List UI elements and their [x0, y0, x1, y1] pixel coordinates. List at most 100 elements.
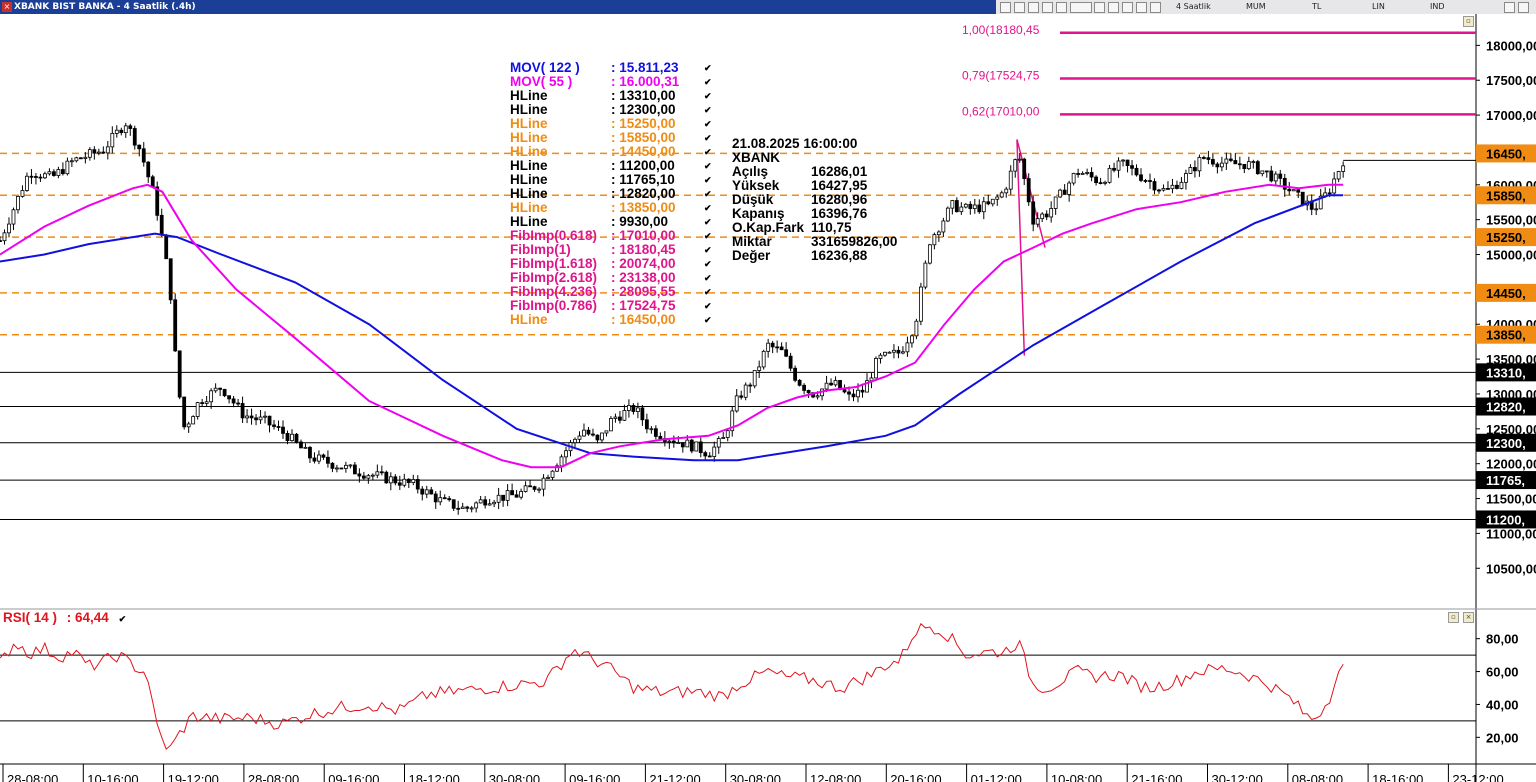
visibility-check-icon[interactable]: ✔ [704, 215, 712, 229]
candle-body [1157, 189, 1161, 192]
time-tick-label: 10-08:00 [1051, 772, 1102, 782]
visibility-check-icon[interactable]: ✔ [704, 257, 712, 271]
scale-button[interactable]: LIN [1372, 0, 1385, 14]
rsi-check-icon[interactable]: ✔ [119, 614, 127, 624]
visibility-check-icon[interactable]: ✔ [704, 173, 712, 187]
hline-label: 16450, [1486, 146, 1526, 161]
visibility-check-icon[interactable]: ✔ [704, 131, 712, 145]
visibility-check-icon[interactable]: ✔ [704, 187, 712, 201]
legend-name: FibImp(1) [510, 242, 571, 257]
visibility-check-icon[interactable]: ✔ [704, 201, 712, 215]
candle-body [285, 432, 290, 441]
candle-body [613, 416, 618, 419]
tool-icon-11[interactable] [1150, 2, 1161, 13]
legend-name: FibImp(2.618) [510, 270, 598, 285]
legend-name: FibImp(0.786) [510, 298, 598, 313]
legend-value: : 13310,00 [611, 88, 676, 103]
candle-body [977, 204, 982, 213]
candle-type-button[interactable]: MUM [1246, 0, 1266, 14]
rsi-panel-button-icon[interactable]: ▫ [1448, 612, 1459, 623]
candle-body [1049, 208, 1054, 218]
visibility-check-icon[interactable]: ✔ [704, 243, 712, 257]
tool-icon-5[interactable] [1056, 2, 1067, 13]
visibility-check-icon[interactable]: ✔ [704, 103, 712, 117]
candle-body [1206, 157, 1211, 160]
candle-body [707, 455, 712, 458]
candle-body [698, 441, 703, 454]
visibility-check-icon[interactable]: ✔ [704, 61, 712, 75]
candle-body [186, 423, 191, 428]
tool-icon-4[interactable] [1042, 2, 1053, 13]
candle-body [159, 214, 164, 236]
rsi-tick-label: 40,00 [1486, 697, 1519, 712]
visibility-check-icon[interactable]: ✔ [704, 313, 712, 327]
candle-body [1044, 213, 1049, 218]
info-value: 110,75 [811, 220, 852, 235]
tool-icon-13[interactable] [1518, 2, 1529, 13]
visibility-check-icon[interactable]: ✔ [704, 75, 712, 89]
candle-body [577, 435, 582, 440]
candle-body [896, 349, 901, 354]
candle-body [586, 429, 591, 435]
candle-body [1089, 172, 1094, 178]
legend-name: HLine [510, 172, 548, 187]
candle-body [914, 320, 919, 337]
visibility-check-icon[interactable]: ✔ [704, 159, 712, 173]
candle-body [514, 494, 519, 498]
candle-body [1215, 163, 1220, 168]
tool-icon-1[interactable] [1000, 2, 1011, 13]
candle-body [815, 395, 820, 398]
tool-icon-9[interactable] [1122, 2, 1133, 13]
candle-body [1080, 173, 1085, 175]
visibility-check-icon[interactable]: ✔ [704, 145, 712, 159]
legend-name: HLine [510, 130, 548, 145]
candle-body [829, 382, 833, 386]
panel-button-icon[interactable]: ▫ [1463, 16, 1474, 27]
tool-icon-3[interactable] [1028, 2, 1039, 13]
candle-body [1166, 188, 1170, 190]
candle-body [954, 200, 959, 213]
candle-body [146, 161, 151, 178]
candle-body [213, 387, 218, 392]
rsi-close-icon[interactable]: × [1463, 612, 1474, 623]
candle-body [1107, 167, 1112, 183]
visibility-check-icon[interactable]: ✔ [704, 285, 712, 299]
candle-body [469, 507, 474, 510]
candle-body [847, 391, 851, 395]
close-icon[interactable]: × [2, 2, 12, 12]
tool-icon-7[interactable] [1094, 2, 1105, 13]
candle-body [510, 490, 515, 496]
candle-body [294, 433, 299, 443]
candle-body [501, 494, 506, 501]
price-chart[interactable]: 10500,0011000,0011500,0012000,0012500,00… [0, 14, 1536, 782]
visibility-check-icon[interactable]: ✔ [704, 89, 712, 103]
candle-body [1287, 188, 1292, 192]
hline-label: 15250, [1486, 230, 1526, 245]
candle-body [326, 456, 330, 464]
candle-body [182, 396, 187, 428]
candle-body [200, 402, 205, 404]
candle-body [505, 490, 510, 501]
currency-button[interactable]: TL [1312, 0, 1321, 14]
candle-body [1197, 157, 1202, 172]
indicator-button[interactable]: IND [1430, 0, 1445, 14]
visibility-check-icon[interactable]: ✔ [704, 117, 712, 131]
visibility-check-icon[interactable]: ✔ [704, 271, 712, 285]
tool-icon-6[interactable] [1070, 2, 1092, 13]
info-value: 16236,88 [811, 248, 868, 263]
legend-name: MOV( 122 ) [510, 60, 580, 75]
tool-icon-8[interactable] [1108, 2, 1119, 13]
hline-label: 12820, [1486, 400, 1526, 415]
timeframe-button[interactable]: 4 Saatlik [1176, 0, 1211, 14]
tool-icon-12[interactable] [1504, 2, 1515, 13]
candle-body [910, 335, 914, 344]
visibility-check-icon[interactable]: ✔ [704, 229, 712, 243]
visibility-check-icon[interactable]: ✔ [704, 299, 712, 313]
candle-body [658, 436, 663, 439]
tool-icon-10[interactable] [1136, 2, 1147, 13]
info-label: O.Kap.Fark [732, 220, 805, 235]
tool-icon-2[interactable] [1014, 2, 1025, 13]
candle-body [995, 196, 1000, 200]
time-tick-label: 19-12:00 [168, 772, 219, 782]
time-tick-label: 18-16:00 [1372, 772, 1423, 782]
